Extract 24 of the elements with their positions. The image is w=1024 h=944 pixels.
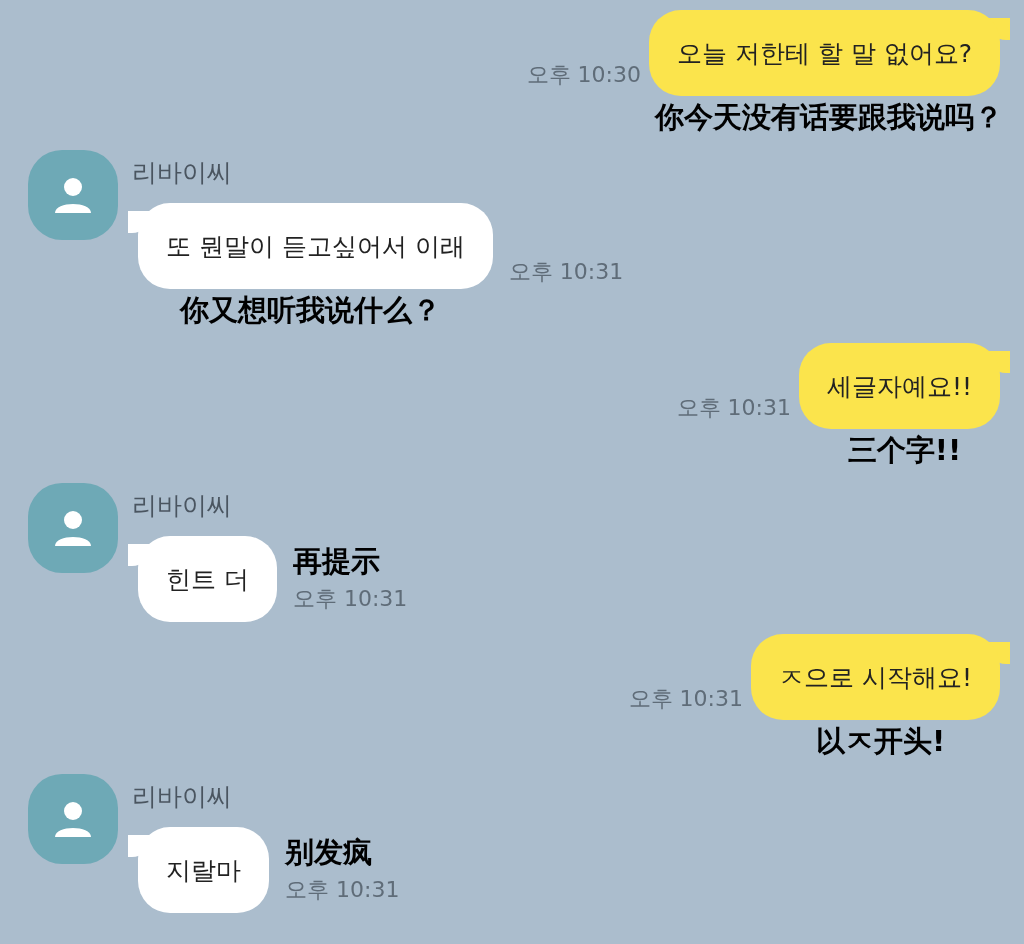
message-time: 오후 10:31 [285, 876, 400, 904]
translation-caption: 三个字!! [847, 432, 962, 469]
sender-name: 리바이씨 [132, 157, 233, 189]
avatar[interactable] [28, 150, 118, 240]
avatar[interactable] [28, 774, 118, 864]
sender-name: 리바이씨 [132, 781, 233, 813]
message-bubble: 오늘 저한테 할 말 없어요? [648, 10, 1010, 96]
message-time: 오후 10:30 [526, 61, 641, 89]
translation-caption: 你又想听我说什么？ [179, 292, 441, 329]
translation-caption: 再提示 [292, 543, 381, 580]
message-time: 오후 10:31 [628, 685, 744, 713]
message-time: 오후 10:31 [676, 394, 791, 422]
message-bubble: 또 뭔말이 듣고싶어서 이래 [128, 203, 493, 289]
message-bubble: 세글자예요!! [798, 343, 1010, 429]
translation-caption: 别发疯 [285, 834, 373, 871]
message-bubble: 지랄마 [128, 827, 269, 913]
message-bubble: 힌트 더 [128, 536, 277, 622]
translation-caption: 以ㅈ开头! [815, 723, 946, 760]
sender-name: 리바이씨 [132, 490, 233, 522]
message-bubble: ㅈ으로 시작해요! [751, 634, 1010, 720]
avatar[interactable] [28, 483, 118, 573]
message-time: 오후 10:31 [508, 258, 624, 286]
translation-caption: 你今天没有话要跟我说吗？ [655, 99, 1004, 136]
message-time: 오후 10:31 [292, 585, 408, 613]
